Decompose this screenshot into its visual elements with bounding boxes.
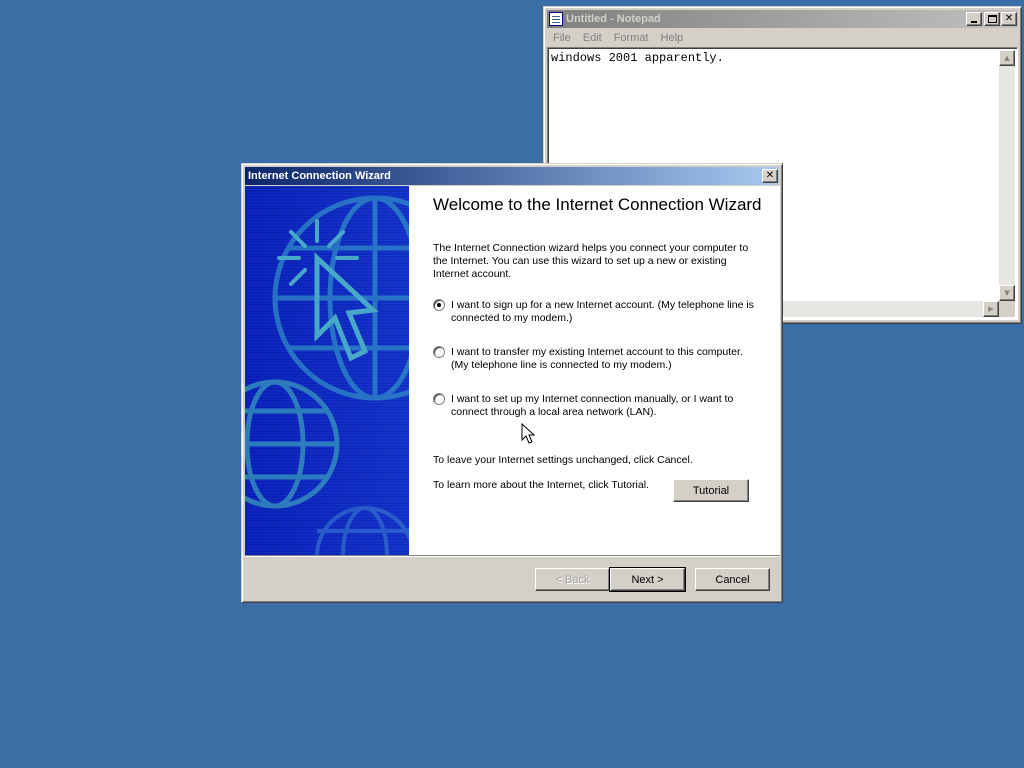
option-transfer-label: I want to transfer my existing Internet … [451, 346, 743, 371]
notepad-icon [549, 12, 563, 26]
menu-file[interactable]: File [547, 32, 577, 44]
menu-help[interactable]: Help [655, 32, 690, 44]
notepad-title: Untitled - Notepad [566, 13, 661, 25]
option-signup[interactable]: I want to sign up for a new Internet acc… [433, 299, 763, 325]
wizard-titlebar[interactable]: Internet Connection Wizard ✕ [245, 167, 779, 185]
tutorial-button[interactable]: Tutorial [673, 479, 749, 502]
cancel-button[interactable]: Cancel [695, 568, 770, 591]
wizard-window[interactable]: Internet Connection Wizard ✕ Welcome to … [241, 163, 783, 603]
wizard-title: Internet Connection Wizard [248, 170, 391, 182]
scroll-up-button[interactable]: ▲ [999, 50, 1015, 66]
menu-format[interactable]: Format [608, 32, 655, 44]
notepad-menubar: File Edit Format Help [547, 29, 1018, 47]
close-icon: ✕ [1004, 13, 1014, 24]
wizard-side-graphic [245, 186, 409, 555]
option-manual[interactable]: I want to set up my Internet connection … [433, 393, 763, 419]
back-button[interactable]: < Back [535, 568, 610, 591]
scroll-right-button[interactable]: ▶ [983, 301, 999, 317]
leave-text: To leave your Internet settings unchange… [433, 454, 693, 466]
scrollbar-corner [999, 301, 1015, 317]
radio-manual[interactable] [433, 393, 445, 405]
desktop: Untitled - Notepad ✕ File Edit Format He… [0, 0, 1024, 768]
scroll-up-icon: ▲ [1004, 54, 1010, 62]
wizard-cursor-globe-graphic [245, 186, 409, 555]
option-transfer[interactable]: I want to transfer my existing Internet … [433, 346, 763, 372]
wizard-separator [245, 555, 780, 557]
mouse-pointer-icon [521, 423, 535, 444]
option-manual-label: I want to set up my Internet connection … [451, 393, 734, 418]
radio-signup[interactable] [433, 299, 445, 311]
maximize-icon [987, 15, 997, 23]
radio-transfer[interactable] [433, 346, 445, 358]
next-button[interactable]: Next > [609, 567, 686, 592]
wizard-heading: Welcome to the Internet Connection Wizar… [433, 195, 762, 214]
notepad-text: windows 2001 apparently. [551, 51, 724, 65]
wizard-intro: The Internet Connection wizard helps you… [433, 242, 749, 280]
vertical-scrollbar[interactable]: ▲ ▼ [999, 50, 1015, 301]
notepad-close-button[interactable]: ✕ [1001, 12, 1017, 26]
wizard-body: Welcome to the Internet Connection Wizar… [245, 186, 780, 555]
scroll-down-button[interactable]: ▼ [999, 285, 1015, 301]
close-icon: ✕ [765, 170, 775, 181]
menu-edit[interactable]: Edit [577, 32, 608, 44]
notepad-titlebar[interactable]: Untitled - Notepad ✕ [547, 10, 1018, 28]
scroll-right-icon: ▶ [988, 305, 994, 313]
learn-text: To learn more about the Internet, click … [433, 479, 649, 491]
option-signup-label: I want to sign up for a new Internet acc… [451, 299, 754, 324]
scroll-down-icon: ▼ [1004, 289, 1010, 297]
minimize-icon [971, 21, 977, 23]
minimize-button[interactable] [966, 12, 982, 26]
maximize-button[interactable] [984, 12, 1000, 26]
wizard-close-button[interactable]: ✕ [762, 169, 778, 183]
